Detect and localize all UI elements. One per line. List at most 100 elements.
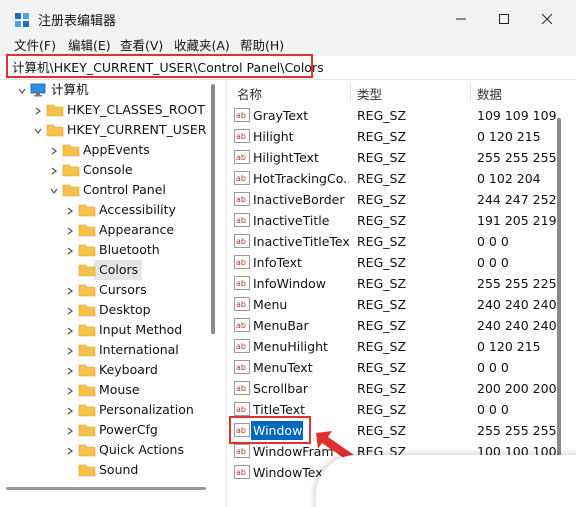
value-type: REG_SZ: [357, 150, 407, 165]
chevron-right-icon[interactable]: [65, 326, 75, 336]
chevron-right-icon[interactable]: [65, 306, 75, 316]
chevron-down-icon[interactable]: [17, 86, 27, 96]
value-row[interactable]: ab InactiveBorder REG_SZ 244 247 252: [227, 189, 576, 210]
chevron-right-icon[interactable]: [65, 426, 75, 436]
ab-string-value-icon: ab: [234, 171, 250, 185]
ab-string-value-icon: ab: [234, 108, 250, 122]
menu-edit[interactable]: 编辑(E): [68, 38, 111, 54]
chevron-right-icon[interactable]: [65, 226, 75, 236]
menu-help[interactable]: 帮助(H): [240, 38, 284, 54]
chevron-right-icon[interactable]: [49, 166, 59, 176]
ab-string-value-icon: ab: [234, 150, 250, 164]
chevron-right-icon[interactable]: [65, 206, 75, 216]
value-type: REG_SZ: [357, 339, 407, 354]
chevron-right-icon[interactable]: [65, 286, 75, 296]
chevron-right-icon[interactable]: [65, 386, 75, 396]
ab-string-value-icon: ab: [234, 192, 250, 206]
tree-item-input-method[interactable]: Input Method: [99, 321, 182, 339]
menu-favorites[interactable]: 收藏夹(A): [174, 38, 230, 54]
maximize-button[interactable]: [481, 0, 527, 38]
menu-view[interactable]: 查看(V): [120, 38, 163, 54]
registry-editor-window: 注册表编辑器 文件(F) 编辑(E) 查看(V) 收藏夹(A) 帮助(H) 计算…: [0, 0, 576, 507]
value-row[interactable]: ab Hilight REG_SZ 0 120 215: [227, 126, 576, 147]
tree-item-appearance[interactable]: Appearance: [99, 221, 174, 239]
column-header-type[interactable]: 类型: [357, 84, 382, 103]
tree-item-desktop[interactable]: Desktop: [99, 301, 151, 319]
tree-item-keyboard[interactable]: Keyboard: [99, 361, 158, 379]
svg-text:ab: ab: [236, 258, 246, 267]
chevron-right-icon[interactable]: [65, 246, 75, 256]
folder-icon: [78, 404, 96, 417]
value-name: InfoWindow: [253, 276, 326, 291]
svg-text:ab: ab: [236, 279, 246, 288]
computer-icon: [30, 83, 46, 97]
tree-hkey-classes-root[interactable]: HKEY_CLASSES_ROOT: [67, 101, 205, 119]
value-name: InactiveBorder: [253, 192, 345, 207]
value-name: HotTrackingCo...: [253, 171, 349, 186]
tree-item-bluetooth[interactable]: Bluetooth: [99, 241, 160, 259]
chevron-right-icon[interactable]: [33, 106, 43, 116]
minimize-button[interactable]: [438, 0, 484, 38]
value-row[interactable]: ab MenuText REG_SZ 0 0 0: [227, 357, 576, 378]
value-type: REG_SZ: [357, 171, 407, 186]
value-type: REG_SZ: [357, 108, 407, 123]
chevron-down-icon[interactable]: [49, 186, 59, 196]
svg-text:ab: ab: [236, 111, 246, 120]
ab-string-value-icon: ab: [234, 255, 250, 269]
tree-item-cursors[interactable]: Cursors: [99, 281, 147, 299]
chevron-right-icon[interactable]: [65, 346, 75, 356]
tree-item-personalization[interactable]: Personalization: [99, 401, 194, 419]
ab-string-value-icon: ab: [234, 276, 250, 290]
menu-file[interactable]: 文件(F): [14, 38, 56, 54]
value-row[interactable]: ab InfoWindow REG_SZ 255 255 225: [227, 273, 576, 294]
ab-string-value-icon: ab: [234, 339, 250, 353]
column-divider[interactable]: [470, 82, 471, 102]
tree-control-panel[interactable]: Control Panel: [83, 181, 166, 199]
close-button[interactable]: [524, 0, 570, 38]
chevron-down-icon[interactable]: [33, 126, 43, 136]
svg-text:ab: ab: [236, 321, 246, 330]
folder-icon: [62, 164, 80, 177]
tree-console[interactable]: Console: [83, 161, 133, 179]
chevron-right-icon[interactable]: [65, 446, 75, 456]
tree-item-accessibility[interactable]: Accessibility: [99, 201, 176, 219]
chevron-right-icon[interactable]: [65, 366, 75, 376]
window-title: 注册表编辑器: [38, 14, 117, 29]
tree-horizontal-scrollbar[interactable]: [6, 487, 206, 490]
tree-item-colors[interactable]: Colors: [99, 261, 138, 279]
svg-text:ab: ab: [236, 300, 246, 309]
tree-root-computer[interactable]: 计算机: [51, 81, 89, 99]
column-header-name[interactable]: 名称: [237, 84, 262, 103]
value-row[interactable]: ab Menu REG_SZ 240 240 240: [227, 294, 576, 315]
value-row[interactable]: ab Scrollbar REG_SZ 200 200 200: [227, 378, 576, 399]
tree-vertical-scrollbar[interactable]: [211, 84, 215, 334]
chevron-right-icon[interactable]: [49, 146, 59, 156]
chevron-right-icon[interactable]: [65, 406, 75, 416]
value-row[interactable]: ab MenuHilight REG_SZ 0 120 215: [227, 336, 576, 357]
tree-item-powercfg[interactable]: PowerCfg: [99, 421, 158, 439]
list-vertical-scrollbar[interactable]: [557, 118, 561, 458]
column-header-data[interactable]: 数据: [477, 84, 502, 103]
maximize-icon: [499, 14, 509, 24]
tree-hkey-current-user[interactable]: HKEY_CURRENT_USER: [67, 121, 206, 139]
value-row[interactable]: ab GrayText REG_SZ 109 109 109: [227, 105, 576, 126]
window-highlight-box: [229, 416, 311, 444]
value-row[interactable]: ab HotTrackingCo... REG_SZ 0 102 204: [227, 168, 576, 189]
value-row[interactable]: ab InactiveTitle REG_SZ 191 205 219: [227, 210, 576, 231]
value-row[interactable]: ab HilightText REG_SZ 255 255 255: [227, 147, 576, 168]
value-row[interactable]: ab InfoText REG_SZ 0 0 0: [227, 252, 576, 273]
key-tree: 计算机 HKEY_CLASSES_ROOT HKEY_CURRENT_USER …: [0, 80, 220, 480]
tree-item-sound[interactable]: Sound: [99, 461, 138, 479]
folder-icon: [78, 364, 96, 377]
value-row[interactable]: ab InactiveTitleText REG_SZ 0 0 0: [227, 231, 576, 252]
column-divider[interactable]: [350, 82, 351, 102]
ab-string-value-icon: ab: [234, 402, 250, 416]
folder-icon: [62, 144, 80, 157]
value-row[interactable]: ab MenuBar REG_SZ 240 240 240: [227, 315, 576, 336]
folder-icon: [78, 224, 96, 237]
folder-icon: [78, 204, 96, 217]
tree-item-quick-actions[interactable]: Quick Actions: [99, 441, 184, 459]
tree-appevents[interactable]: AppEvents: [83, 141, 150, 159]
tree-item-international[interactable]: International: [99, 341, 179, 359]
tree-item-mouse[interactable]: Mouse: [99, 381, 140, 399]
